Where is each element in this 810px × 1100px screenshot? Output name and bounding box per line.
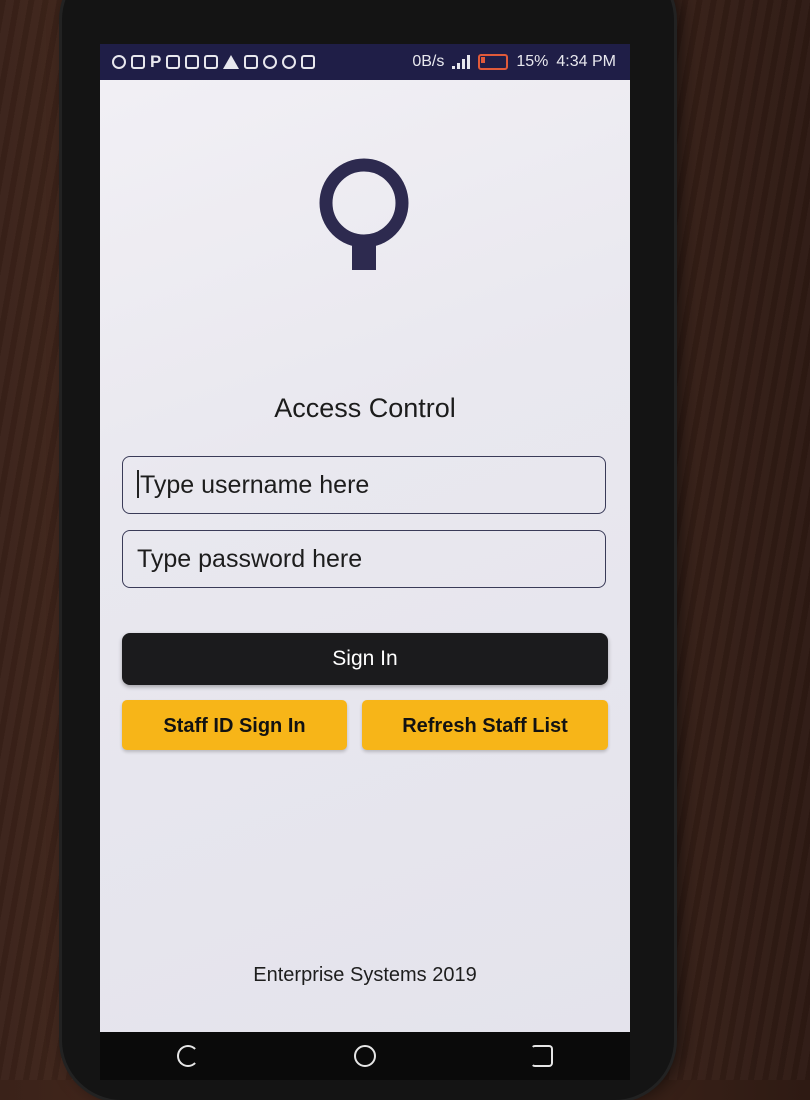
back-icon[interactable] [177, 1045, 200, 1067]
pulse-icon [301, 55, 316, 69]
text-cursor [137, 470, 139, 499]
chat-icon [112, 55, 126, 69]
battery-icon [478, 54, 509, 70]
phone-icon [244, 55, 259, 69]
notification-icons: P [100, 52, 316, 72]
refresh-staff-list-button[interactable]: Refresh Staff List [362, 700, 608, 750]
staff-id-sign-in-button[interactable]: Staff ID Sign In [122, 700, 347, 750]
shield-icon [282, 55, 297, 69]
lock-ring-logo-icon [319, 158, 409, 270]
clock: 4:34 PM [556, 53, 616, 70]
status-bar: P 0B/s 15% 4:34 PM [100, 44, 630, 80]
mail-icon [204, 55, 219, 69]
warning-icon [223, 55, 240, 69]
home-icon[interactable] [353, 1045, 376, 1067]
recents-icon[interactable] [530, 1045, 553, 1067]
cloud-icon [263, 55, 278, 69]
footer-text: Enterprise Systems 2019 [253, 964, 477, 986]
battery-percent: 15% [516, 53, 549, 70]
page-title: Access Control [274, 393, 456, 423]
username-field[interactable]: Type username here [122, 456, 606, 514]
password-field[interactable]: Type password here [122, 530, 606, 588]
data-rate: 0B/s [412, 53, 445, 70]
signal-icon [452, 55, 471, 69]
sign-in-button[interactable]: Sign In [122, 633, 608, 685]
navigation-bar [100, 1032, 630, 1080]
shirt-icon [166, 55, 181, 69]
password-placeholder: Type password here [137, 545, 363, 573]
app-screen: P 0B/s 15% 4:34 PM Access Control Type u… [100, 44, 630, 1032]
image-icon [185, 55, 200, 69]
system-indicators: 0B/s 15% 4:34 PM [412, 53, 616, 71]
username-placeholder: Type username here [140, 471, 370, 499]
sim-icon [131, 55, 145, 69]
parking-icon: P [150, 52, 162, 71]
